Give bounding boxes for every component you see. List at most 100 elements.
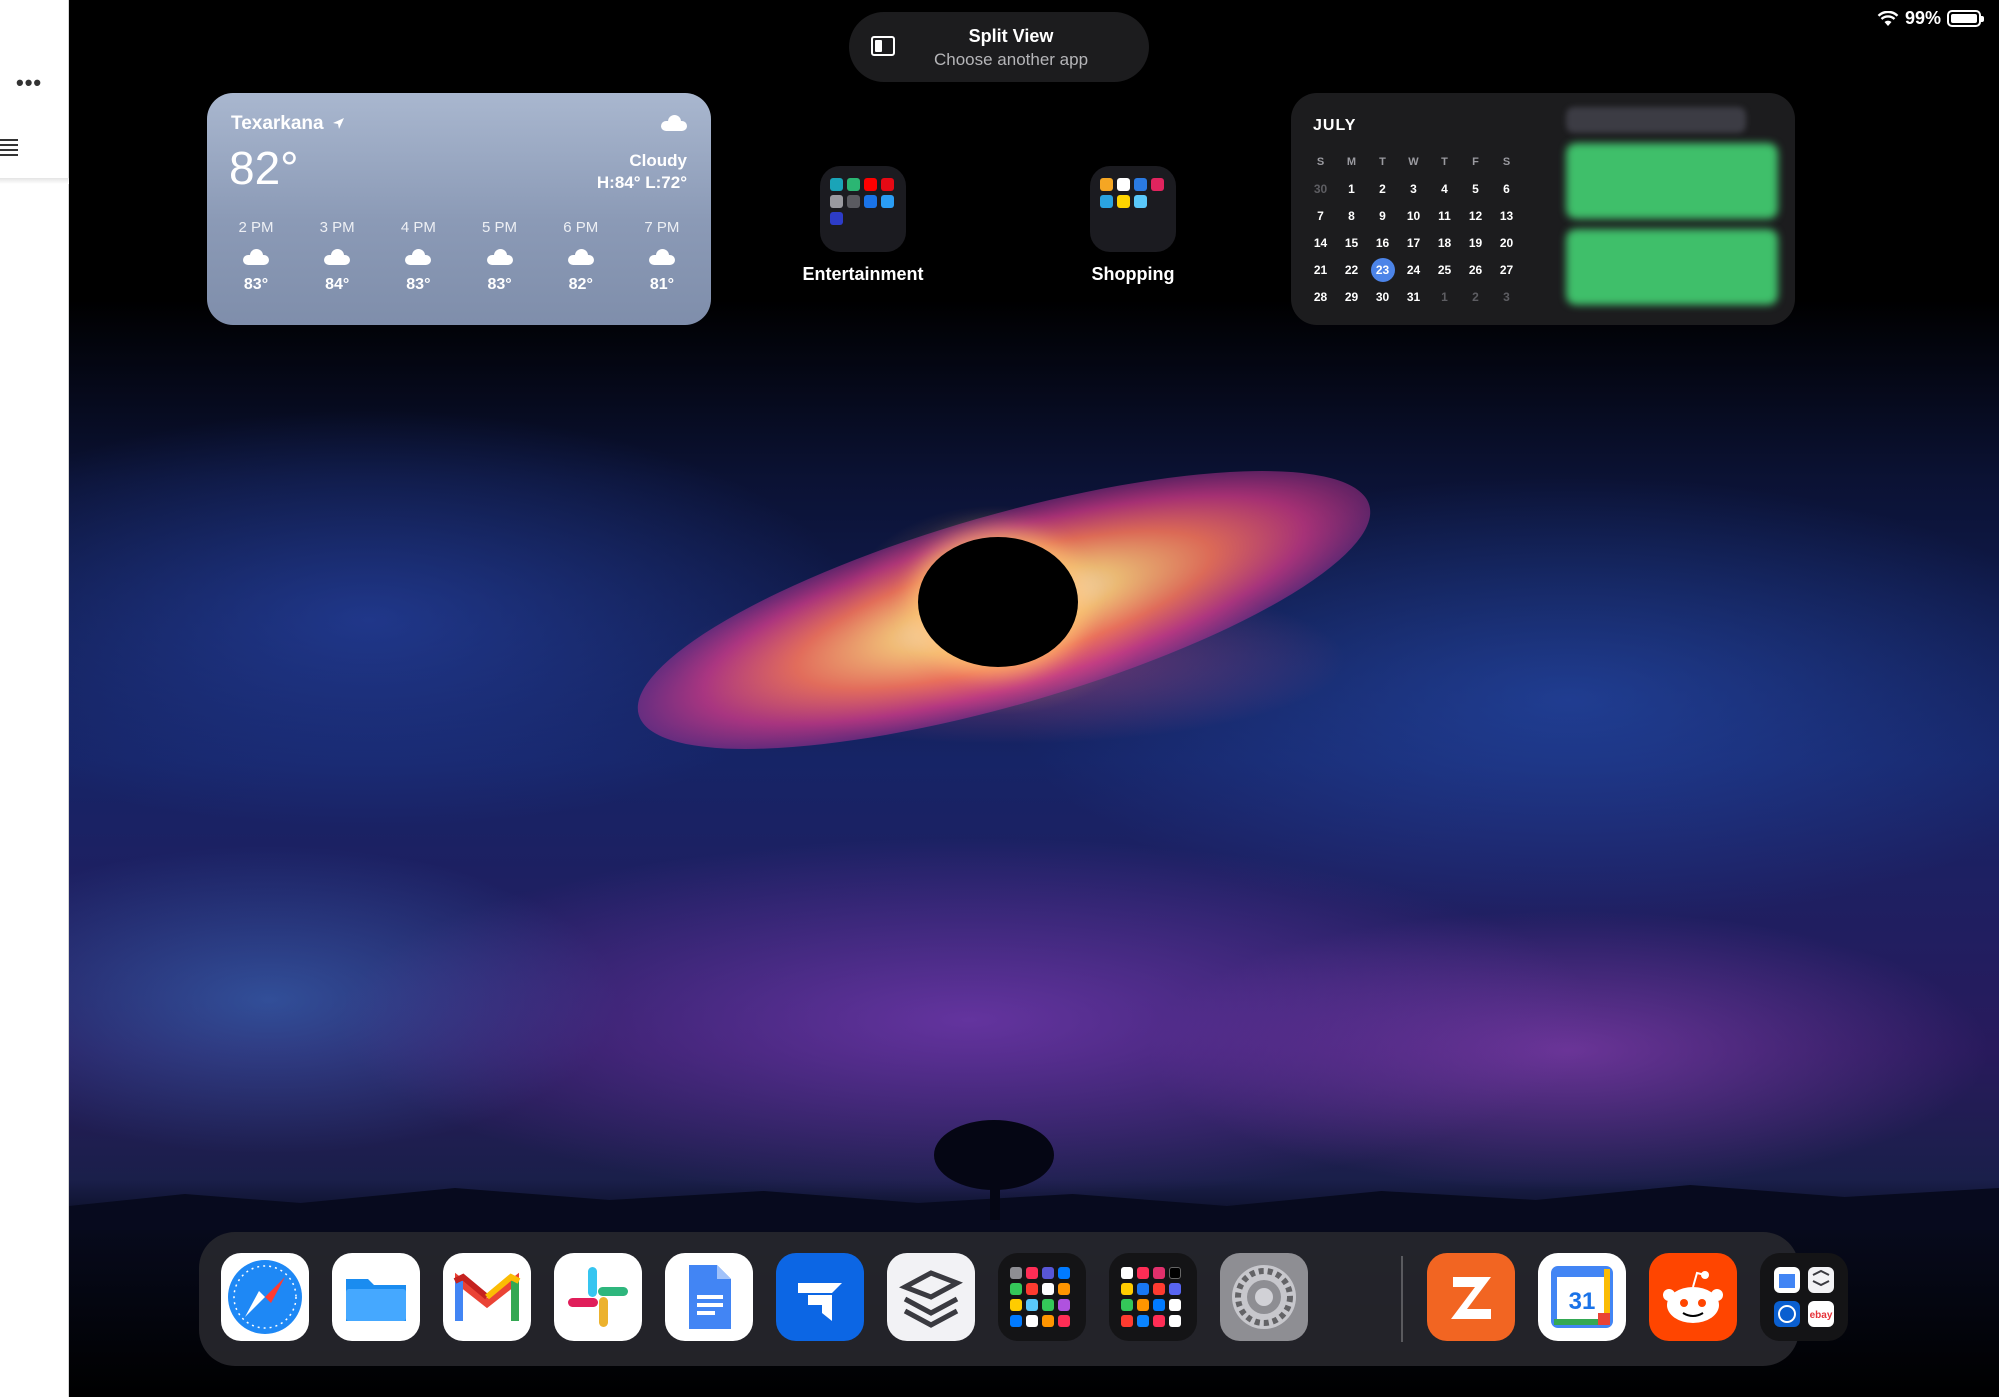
split-view-subtitle: Choose another app <box>933 50 1089 69</box>
folder-entertainment[interactable]: Entertainment <box>763 166 963 285</box>
slide-over-panel[interactable]: ••• <box>0 0 69 1397</box>
jira-logo-icon <box>798 1283 842 1321</box>
slack-hash-icon <box>568 1267 628 1327</box>
cloud-icon <box>383 242 453 272</box>
calendar-day: 21 <box>1313 263 1328 277</box>
wifi-icon <box>1877 10 1899 26</box>
list-icon[interactable] <box>0 137 20 159</box>
hourly-item: 3 PM 84° <box>302 219 372 294</box>
cloud-icon <box>221 242 291 272</box>
hour-temp: 81° <box>649 276 675 293</box>
panel-divider <box>0 178 69 184</box>
calendar-day: 9 <box>1379 209 1386 223</box>
todoist-icon[interactable] <box>887 1253 975 1341</box>
safari-icon[interactable] <box>221 1253 309 1341</box>
dock: 31 ebay <box>199 1232 1848 1366</box>
stacked-layers-icon <box>899 1270 963 1328</box>
calendar-widget[interactable]: JULY S M T W T F S 30 1 2 3 4 5 6 7 8 9 … <box>1291 93 1795 325</box>
hour-temp: 84° <box>325 276 350 293</box>
calendar-day: 11 <box>1438 209 1451 223</box>
battery-icon <box>1947 10 1984 27</box>
split-view-title: Split View <box>968 26 1054 46</box>
gmail-icon[interactable] <box>443 1253 531 1341</box>
google-calendar-icon[interactable]: 31 <box>1538 1253 1626 1341</box>
jira-icon[interactable] <box>776 1253 864 1341</box>
hourly-item: 2 PM 83° <box>221 219 291 294</box>
hour-temp: 83° <box>487 276 512 293</box>
safari-compass-icon <box>228 1260 302 1334</box>
calendar-day: 13 <box>1499 209 1514 223</box>
app-library-folder-icon[interactable] <box>998 1253 1086 1341</box>
reddit-icon[interactable] <box>1649 1253 1737 1341</box>
calendar-day: 6 <box>1503 182 1510 196</box>
calendar-day: 27 <box>1499 263 1514 277</box>
hour-label: 5 PM <box>482 219 518 236</box>
calendar-event <box>1566 143 1778 219</box>
hour-label: 3 PM <box>319 219 355 236</box>
weather-hourly-forecast: 2 PM 83° 3 PM 84° 4 PM 83° 5 PM 83° 6 PM <box>221 219 697 294</box>
split-view-banner[interactable]: Split View Choose another app <box>849 12 1149 82</box>
calendar-day: 5 <box>1472 182 1479 196</box>
dock-separator <box>1401 1256 1403 1342</box>
recent-apps-icon[interactable]: ebay <box>1760 1253 1848 1341</box>
calendar-day: 16 <box>1375 236 1390 250</box>
calendar-day-today: 23 <box>1367 257 1398 284</box>
social-folder-icon[interactable] <box>1109 1253 1197 1341</box>
folder-label: Entertainment <box>802 264 924 284</box>
calendar-day: 17 <box>1406 236 1421 250</box>
calendar-day: 30 <box>1313 182 1328 196</box>
calendar-day: 30 <box>1375 290 1390 304</box>
ebay-label: ebay <box>1810 1310 1833 1321</box>
calendar-day: 7 <box>1317 209 1324 223</box>
files-icon[interactable] <box>332 1253 420 1341</box>
hourly-item: 5 PM 83° <box>465 219 535 294</box>
hour-temp: 82° <box>568 276 593 293</box>
reddit-alien-icon <box>1663 1271 1723 1323</box>
calendar-day: 2 <box>1472 290 1479 304</box>
calendar-day: 22 <box>1344 263 1359 277</box>
calendar-date-label: 31 <box>1569 1288 1596 1315</box>
weekday-label: T <box>1379 156 1386 168</box>
calendar-events-blurred <box>1566 107 1781 311</box>
hour-label: 7 PM <box>644 219 680 236</box>
hourly-item: 7 PM 81° <box>627 219 697 294</box>
location-arrow-icon <box>332 118 344 129</box>
weekday-label: S <box>1316 156 1325 168</box>
cloud-icon <box>546 242 616 272</box>
calendar-day: 3 <box>1503 290 1510 304</box>
calendar-day: 31 <box>1406 290 1421 304</box>
calendar-day: 8 <box>1348 209 1355 223</box>
google-docs-icon[interactable] <box>665 1253 753 1341</box>
calendar-event-header <box>1566 107 1746 133</box>
status-bar: 99% <box>1877 8 1984 29</box>
weather-high-low: H:84° L:72° <box>596 173 687 192</box>
today-marker: 23 <box>1370 258 1395 282</box>
cloud-icon <box>661 115 687 131</box>
shopping-folder-icon <box>1090 166 1176 252</box>
calendar-day: 14 <box>1313 236 1328 250</box>
slack-icon[interactable] <box>554 1253 642 1341</box>
wallpaper-tree-trunk <box>990 1170 1000 1220</box>
battery-percentage: 99% <box>1904 8 1941 28</box>
gear-icon <box>1232 1265 1296 1329</box>
calendar-31-icon: 31 <box>1551 1266 1613 1328</box>
cloud-icon <box>302 242 372 272</box>
calendar-day: 28 <box>1313 290 1328 304</box>
hour-label: 4 PM <box>400 219 436 236</box>
weather-condition: Cloudy <box>629 151 687 170</box>
document-icon <box>689 1265 731 1329</box>
more-options-icon[interactable]: ••• <box>16 70 42 96</box>
weekday-label: M <box>1346 156 1357 168</box>
weather-widget[interactable]: Texarkana 82° Cloudy H:84° L:72° 2 PM 83… <box>207 93 711 325</box>
settings-icon[interactable] <box>1220 1253 1308 1341</box>
hourly-item: 4 PM 83° <box>383 219 453 294</box>
gmail-m-icon <box>453 1272 521 1321</box>
calendar-day: 20 <box>1499 236 1514 250</box>
folder-shopping[interactable]: Shopping <box>1033 166 1233 285</box>
zoho-icon[interactable] <box>1427 1253 1515 1341</box>
cloud-icon <box>465 242 535 272</box>
weekday-label: S <box>1502 156 1511 168</box>
calendar-day: 1 <box>1348 182 1355 196</box>
entertainment-folder-icon <box>820 166 906 252</box>
calendar-month: JULY <box>1313 117 1357 134</box>
